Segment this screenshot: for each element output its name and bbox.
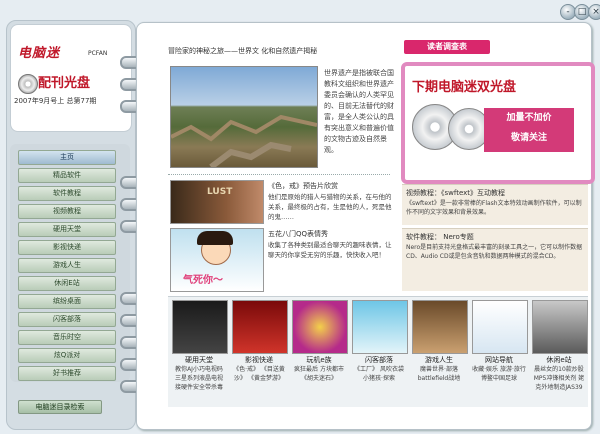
strip-item[interactable]: 玩机e族 疯狂最后 方块都市 《胡夫迷石》 [292,300,348,400]
divider [168,174,390,175]
strip-label: 硬用天堂 [185,356,213,364]
issue-info: 2007年9月号上 总第77期 [14,97,97,105]
reader-survey-link[interactable]: 读者调查表 [404,40,490,54]
nav-item[interactable]: 软件教程 [18,186,116,201]
story1-text: 他们是原始的猎人与猎物的关系，在与他的关系，最终极的占有，生是他的人，死是他的鬼… [268,193,392,221]
nav-item[interactable]: 休闲E站 [18,276,116,291]
website-thumbnail [472,300,528,354]
nav-item[interactable]: 硬用天堂 [18,222,116,237]
close-button[interactable]: × [588,4,600,20]
promo-headline: 下期电脑迷双光盘 [412,80,517,95]
game-life-thumbnail [412,300,468,354]
strip-label: 玩机e族 [306,356,332,364]
video-text: 《swftext》是一款非常棒的Flash文本特效动画制作软件，可以制作不同的文… [406,200,582,216]
strip-item[interactable]: 闪客部落 《工厂》 风吹衣袋 小猪孩·探索 [352,300,408,400]
nav-item[interactable]: 精品软件 [18,168,116,183]
emoticon-caption: 气死你～ [183,275,223,286]
nav-item[interactable]: 缤纷桌面 [18,294,116,309]
nav-item[interactable]: 视频教程 [18,204,116,219]
strip-text: 魔兽世界·部落 battlefield战地 [417,366,461,382]
lust-caution-image[interactable]: LUST [170,180,264,224]
nav-item[interactable]: 闪客部落 [18,312,116,327]
brand-logo-en: PCFAN [88,50,108,57]
strip-label: 休闲e站 [546,356,572,364]
promo-line1: 加量不加价 [506,113,552,123]
software-text: Nero是目前支持光盘格式最丰富的刻录工具之一，它可以制作数据CD、Audio … [406,244,583,260]
strip-text: 收藏·娱乐 旅游·旅行 博鳌中国足球 [472,366,526,382]
strip-text: 《工厂》 风吹衣袋 小猪孩·探索 [354,366,404,382]
strip-item[interactable]: 游戏人生 魔兽世界·部落 battlefield战地 [412,300,468,400]
cd-title: 配刊光盘 [38,76,91,91]
tv-thumbnail [172,300,228,354]
nav-item[interactable]: 炫Q派对 [18,348,116,363]
strip-text: 晨丝女的10款炒股 MP5冲锋相关剂 姥克外地制造JAS39 [533,366,585,391]
nav-item-home[interactable]: 主页 [18,150,116,165]
strip-label: 闪客部落 [365,356,393,364]
software-title[interactable]: 软件教程： Nero专题 [406,232,474,242]
flash-thumbnail [352,300,408,354]
feature-title[interactable]: 冒险家的神秘之旅——世界文 化和自然遗产揭秘 [168,46,317,56]
nav-item[interactable]: 音乐时空 [18,330,116,345]
leisure-thumbnail [532,300,588,354]
great-wall-image[interactable] [170,66,318,168]
nav-item[interactable]: 影视快递 [18,240,116,255]
feature-text: 世界遗产是指被联合国教科文组织和世界遗产委员会确认的人类罕见的、目前无法替代的财… [324,69,394,154]
qq-emoticon-image[interactable]: 气死你～ [170,228,264,292]
strip-text: 教你AJ小巧电视码 三星系列液晶电视 接硬件安全带杀毒 [174,366,223,391]
strip-text: 疯狂最后 方块都市 《胡夫迷石》 [294,366,344,382]
story2-title[interactable]: 五花八门QQ表情秀 [268,229,328,239]
promo-line2: 敬请关注 [510,133,547,143]
story2-text: 收集了各种类别最适合聊天的趣味表情，让聊天的你享受无穷的乐趣，快快收入吧！ [268,241,392,259]
movie-thumbnail [232,300,288,354]
game-thumbnail [292,300,348,354]
brand-logo: 电脑迷 [18,46,61,61]
strip-label: 网站导航 [485,356,513,364]
cd-icon [18,74,38,94]
strip-text: 《色·戒》 《目送黄沙》 《黄金梦游》 [233,366,285,382]
strip-item[interactable]: 网站导航 收藏·娱乐 旅游·旅行 博鳌中国足球 [472,300,528,400]
strip-label: 影视快递 [245,356,273,364]
strip-item[interactable]: 影视快递 《色·戒》 《目送黄沙》 《黄金梦游》 [232,300,288,400]
strip-item[interactable]: 休闲e站 晨丝女的10款炒股 MP5冲锋相关剂 姥克外地制造JAS39 [532,300,588,400]
catalog-search-button[interactable]: 电脑迷目录检索 [18,400,102,414]
story1-title[interactable]: 《色，戒》预告片欣赏 [268,181,338,191]
strip-label: 游戏人生 [425,356,453,364]
nav-item[interactable]: 游戏人生 [18,258,116,273]
promo-badge: 加量不加价 敬请关注 [484,108,574,152]
strip-item[interactable]: 硬用天堂 教你AJ小巧电视码 三星系列液晶电视 接硬件安全带杀毒 [172,300,228,400]
nav-menu: 主页 精品软件 软件教程 视频教程 硬用天堂 影视快递 游戏人生 休闲E站 缤纷… [10,144,130,382]
video-title[interactable]: 视频教程：《swftext》互动教程 [406,188,505,198]
nav-item[interactable]: 好书推荐 [18,366,116,381]
